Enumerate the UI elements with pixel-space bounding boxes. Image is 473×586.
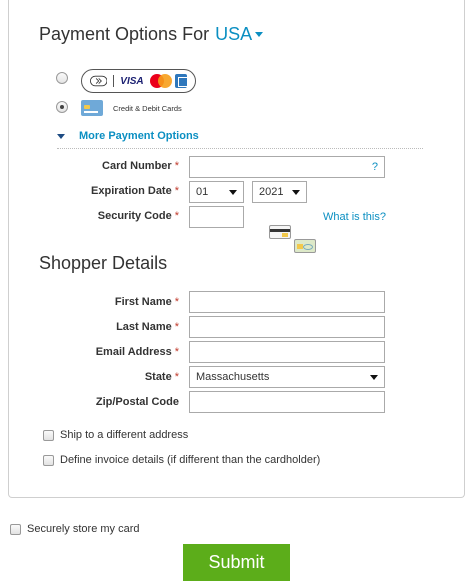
expiration-label: Expiration Date *: [91, 185, 179, 197]
separator: [57, 148, 423, 149]
dropdown-arrow-icon: [229, 189, 237, 195]
ship-different-option[interactable]: Ship to a different address: [43, 429, 188, 441]
expiration-month-select[interactable]: 01: [189, 181, 244, 203]
expiration-year-select[interactable]: 2021: [252, 181, 307, 203]
email-input[interactable]: [189, 341, 385, 363]
submit-button[interactable]: Submit: [183, 544, 290, 581]
state-label: State *: [144, 371, 179, 383]
security-code-input[interactable]: [189, 206, 244, 228]
zip-input[interactable]: [189, 391, 385, 413]
more-payment-options-label: More Payment Options: [79, 130, 199, 142]
invoice-details-checkbox[interactable]: [43, 454, 54, 466]
invoice-details-option[interactable]: Define invoice details (if different tha…: [43, 454, 320, 466]
email-label: Email Address *: [95, 346, 179, 358]
contactless-icon: [90, 75, 108, 87]
ship-different-label: Ship to a different address: [60, 429, 189, 441]
first-name-input[interactable]: [189, 291, 385, 313]
store-card-checkbox[interactable]: [10, 523, 21, 535]
help-icon[interactable]: ?: [372, 161, 378, 173]
zip-label: Zip/Postal Code: [95, 396, 179, 408]
visa-logo: VISA: [120, 75, 144, 87]
payment-title: Payment Options For: [39, 24, 210, 44]
country-label: USA: [215, 24, 253, 44]
invoice-details-label: Define invoice details (if different tha…: [60, 454, 321, 466]
card-number-input[interactable]: ?: [189, 156, 385, 178]
shopper-details-title: Shopper Details: [39, 253, 168, 273]
more-payment-options[interactable]: More Payment Options: [57, 130, 199, 142]
mastercard-logo: [149, 74, 172, 88]
dropdown-arrow-icon: [370, 374, 378, 380]
payment-option-2-label: Credit & Debit Cards: [113, 104, 182, 113]
divider: [113, 75, 115, 87]
credit-card-icon: [81, 100, 103, 116]
card-front-cvv-icon: [294, 239, 316, 253]
chevron-down-icon: [255, 32, 264, 37]
payment-option-2-radio[interactable]: [56, 101, 68, 113]
payment-panel: Payment Options For USA VISA Credit & De…: [8, 0, 465, 498]
payment-header: Payment Options For USA: [39, 24, 264, 45]
first-name-label: First Name *: [114, 296, 179, 308]
last-name-input[interactable]: [189, 316, 385, 338]
payment-option-1-radio[interactable]: [56, 72, 68, 84]
payment-option-1-logos[interactable]: VISA: [81, 69, 196, 93]
store-card-option[interactable]: Securely store my card: [10, 523, 139, 535]
triangle-down-icon: [57, 133, 65, 139]
dropdown-arrow-icon: [292, 189, 300, 195]
card-back-cvv-icon: [269, 225, 291, 239]
state-select[interactable]: Massachusetts: [189, 366, 385, 388]
what-is-this-link[interactable]: What is this?: [323, 211, 386, 223]
card-number-label: Card Number *: [102, 160, 179, 172]
ship-different-checkbox[interactable]: [43, 429, 54, 441]
amex-logo: [174, 74, 189, 88]
country-selector[interactable]: USA: [215, 24, 264, 45]
store-card-label: Securely store my card: [27, 523, 140, 535]
last-name-label: Last Name *: [116, 321, 179, 333]
security-code-label: Security Code *: [97, 210, 179, 222]
